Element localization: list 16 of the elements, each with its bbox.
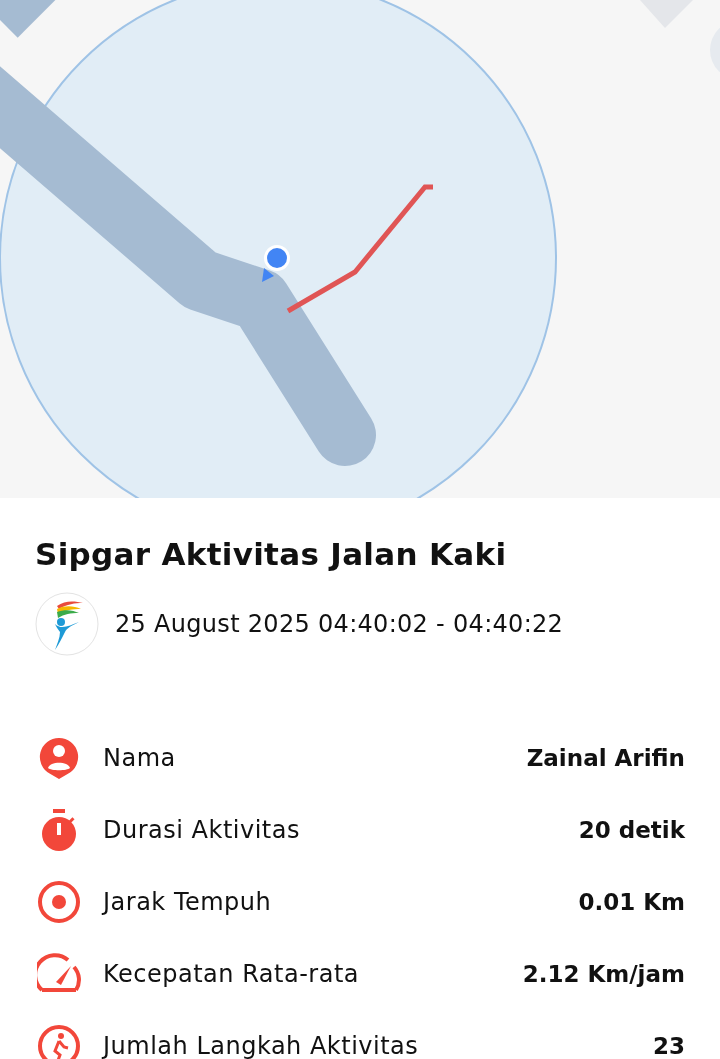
stat-label: Jumlah Langkah Aktivitas <box>103 1032 420 1059</box>
stat-label: Jarak Tempuh <box>103 888 273 916</box>
stat-value: 2.12 Km/jam <box>522 961 685 987</box>
stat-value: 0.01 Km <box>578 889 685 915</box>
target-icon <box>37 880 81 924</box>
stat-value: 23 <box>653 1033 685 1059</box>
stat-label: Kecepatan Rata-rata <box>103 960 360 988</box>
walking-icon <box>37 1024 81 1059</box>
stat-label: Durasi Aktivitas <box>103 816 301 844</box>
activity-title: Sipgar Aktivitas Jalan Kaki <box>35 536 508 572</box>
stat-value: 20 detik <box>578 817 685 843</box>
stat-value: Zainal Arifin <box>526 745 685 771</box>
logo-icon <box>35 592 99 656</box>
stat-label: Nama <box>103 744 177 772</box>
activity-datetime: 25 August 2025 04:40:02 - 04:40:22 <box>115 610 564 638</box>
person-pin-icon <box>37 736 81 780</box>
